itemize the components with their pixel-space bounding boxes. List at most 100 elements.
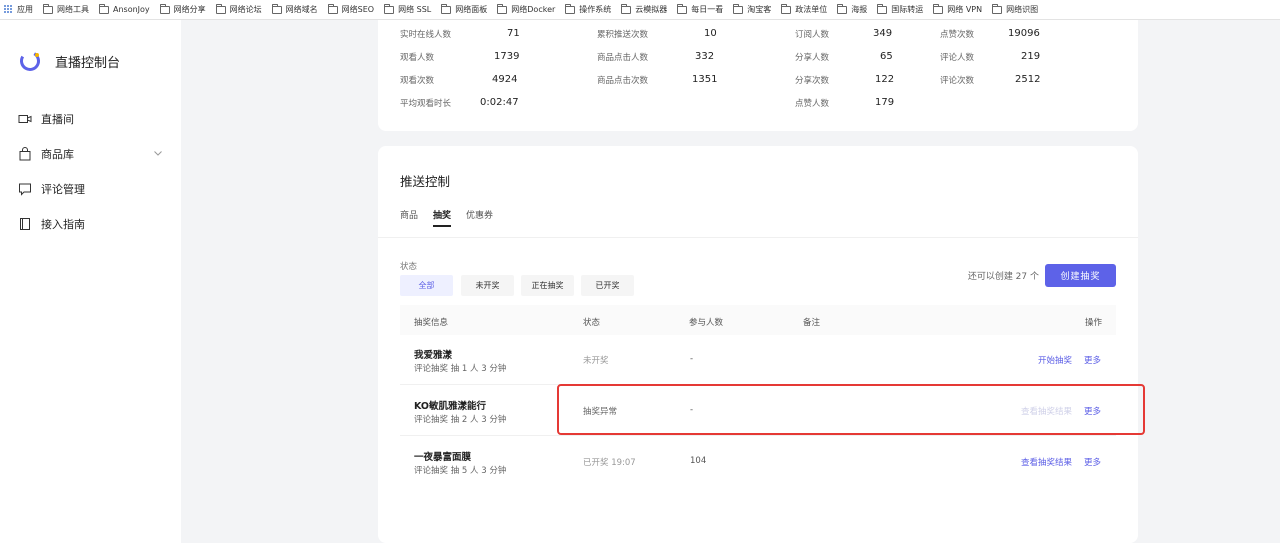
shopping-bag-icon [19, 147, 31, 161]
bookmark-item[interactable]: 国际转运 [877, 3, 924, 15]
folder-icon [837, 3, 848, 14]
bookmark-item[interactable]: 云模拟器 [621, 3, 668, 15]
stat-value: 349 [873, 28, 893, 39]
bookmark-label: 网络域名 [285, 5, 318, 14]
table-row: 一夜暴富面膜 评论抽奖 抽 5 人 3 分钟 已开奖 19:07 104 查看抽… [400, 437, 1116, 487]
bookmark-item[interactable]: 网络论坛 [215, 3, 262, 15]
tab-lottery[interactable]: 抽奖 [433, 208, 452, 227]
column-header-participants: 参与人数 [689, 318, 724, 328]
folder-icon [781, 3, 792, 14]
apps-grid-icon [4, 5, 13, 14]
stat-label: 点赞人数 [795, 99, 830, 109]
bookmark-label: 国际转运 [891, 5, 924, 14]
bookmark-apps-label: 应用 [17, 5, 33, 14]
create-lottery-button[interactable]: 创建抽奖 [1045, 264, 1116, 287]
bookmark-item[interactable]: 政法单位 [781, 3, 828, 15]
bookmark-label: 网络面板 [455, 5, 488, 14]
folder-icon [271, 3, 282, 14]
filter-drawn-button[interactable]: 已开奖 [581, 275, 634, 296]
push-tabs: 商品 抽奖 优惠券 [400, 208, 508, 227]
sidebar-item-label: 直播间 [41, 113, 74, 126]
sidebar-item-integration-guide[interactable]: 接入指南 [18, 214, 168, 234]
video-camera-icon [18, 115, 32, 123]
sidebar: 直播控制台 直播间 商品库 评论管理 接入指南 [0, 20, 181, 543]
remaining-count: 还可以创建 27 个 [967, 272, 1039, 282]
sidebar-item-live-room[interactable]: 直播间 [18, 109, 168, 129]
folder-icon [621, 3, 632, 14]
view-result-link[interactable]: 查看抽奖结果 [1021, 456, 1072, 468]
column-header-actions: 操作 [1084, 318, 1102, 328]
lottery-status: 已开奖 19:07 [583, 458, 636, 468]
sidebar-item-label: 接入指南 [41, 218, 85, 231]
sidebar-item-comment-management[interactable]: 评论管理 [18, 179, 168, 199]
table-row: KO敏肌雅漾能行 评论抽奖 抽 2 人 3 分钟 抽奖异常 - 查看抽奖结果 更… [400, 386, 1116, 436]
push-control-title: 推送控制 [400, 174, 451, 189]
filter-not-drawn-button[interactable]: 未开奖 [461, 275, 514, 296]
folder-icon [441, 3, 452, 14]
bookmark-item[interactable]: 网络分享 [159, 3, 206, 15]
bookmark-label: 网络分享 [173, 5, 206, 14]
lottery-status: 抽奖异常 [583, 407, 618, 417]
column-header-status: 状态 [583, 318, 601, 328]
more-link[interactable]: 更多 [1084, 354, 1101, 366]
more-link[interactable]: 更多 [1084, 405, 1101, 417]
filter-drawing-button[interactable]: 正在抽奖 [521, 275, 574, 296]
bookmark-label: 云模拟器 [635, 5, 668, 14]
folder-icon [565, 3, 576, 14]
more-link[interactable]: 更多 [1084, 456, 1101, 468]
folder-icon [992, 3, 1003, 14]
book-icon [20, 218, 30, 230]
participant-count: - [690, 354, 694, 364]
stat-label: 订阅人数 [795, 30, 830, 40]
bookmark-item[interactable]: 网络域名 [271, 3, 318, 15]
sidebar-item-product-library[interactable]: 商品库 [18, 144, 168, 164]
stat-label: 商品点击人数 [597, 53, 649, 63]
stat-value: 219 [1021, 51, 1041, 62]
bookmark-apps[interactable]: 应用 [4, 4, 33, 15]
stats-card: 实时在线人数 71 观看人数 1739 观看次数 4924 平均观看时长 0:0… [378, 20, 1138, 131]
bookmark-item[interactable]: 网络工具 [43, 3, 89, 15]
bookmark-item[interactable]: 海报 [837, 3, 867, 15]
tab-products[interactable]: 商品 [400, 208, 418, 227]
column-header-lottery-info: 抽奖信息 [414, 318, 449, 328]
stat-value: 65 [880, 51, 893, 62]
brand[interactable]: 直播控制台 [19, 50, 120, 72]
lottery-name: KO敏肌雅漾能行 [414, 401, 487, 412]
stat-label: 累积推送次数 [597, 30, 649, 40]
stat-value: 332 [695, 51, 715, 62]
lottery-name: 我爱雅漾 [414, 350, 453, 361]
stat-label: 观看次数 [400, 76, 435, 86]
bookmark-label: 网络Docker [511, 5, 556, 14]
bookmark-label: 网络 SSL [398, 5, 432, 14]
bookmark-label: 政法单位 [795, 5, 828, 14]
tab-coupons[interactable]: 优惠券 [466, 208, 493, 227]
push-control-card: 推送控制 商品 抽奖 优惠券 状态 全部 未开奖 正在抽奖 已开奖 还可以创建 … [378, 146, 1138, 543]
bookmark-label: 每日一看 [691, 5, 724, 14]
chevron-down-icon[interactable] [152, 147, 164, 159]
bookmark-item[interactable]: 网络Docker [497, 3, 556, 15]
start-lottery-link[interactable]: 开始抽奖 [1038, 354, 1072, 366]
bookmark-item[interactable]: 网络SEO [327, 3, 374, 15]
stat-value: 0:02:47 [480, 97, 519, 108]
view-result-link: 查看抽奖结果 [1020, 407, 1072, 417]
bookmark-item[interactable]: AnsonJoy [99, 3, 150, 14]
stat-value: 1739 [494, 51, 520, 62]
folder-icon [99, 3, 109, 14]
stat-value: 122 [875, 74, 895, 85]
bookmark-item[interactable]: 网络 SSL [384, 3, 432, 15]
bookmark-item[interactable]: 网络识图 [992, 3, 1038, 15]
folder-icon [877, 3, 888, 14]
folder-icon [215, 3, 226, 14]
bookmark-item[interactable]: 网络面板 [441, 3, 488, 15]
bookmark-item[interactable]: 每日一看 [677, 3, 724, 15]
table-header [400, 305, 1116, 335]
bookmark-item[interactable]: 淘宝客 [733, 3, 771, 15]
stat-value: 71 [507, 28, 520, 39]
stat-value: 179 [875, 97, 895, 108]
stat-value: 10 [704, 28, 717, 39]
filter-all-button[interactable]: 全部 [400, 275, 453, 296]
folder-icon [384, 3, 395, 14]
bookmark-item[interactable]: 网络 VPN [933, 3, 982, 15]
console-title: 直播控制台 [55, 55, 121, 71]
bookmark-item[interactable]: 操作系统 [565, 3, 611, 15]
